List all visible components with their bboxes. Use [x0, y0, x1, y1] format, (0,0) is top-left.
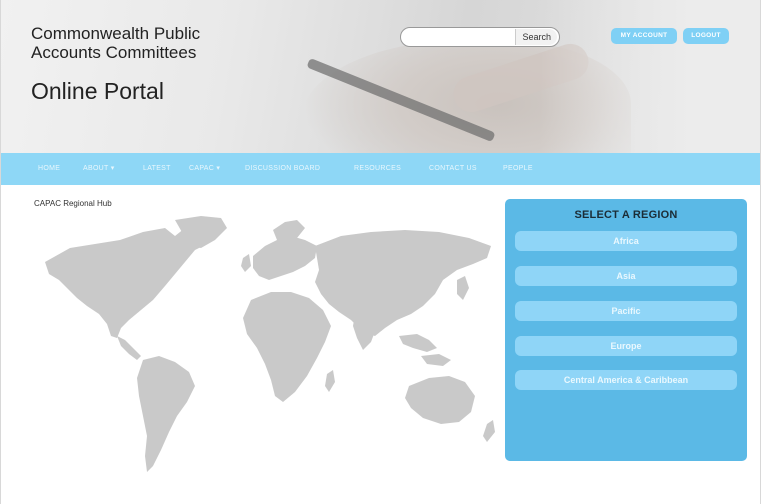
- nav-item-home[interactable]: HOME: [38, 153, 60, 185]
- nav-item-people[interactable]: PEOPLE: [503, 153, 533, 185]
- nav-item-resources[interactable]: RESOURCES: [354, 153, 401, 185]
- map-europe: [253, 236, 317, 280]
- hub-label: CAPAC Regional Hub: [34, 199, 112, 208]
- search-box: Search: [400, 27, 560, 47]
- nav-item-contact-us[interactable]: CONTACT US: [429, 153, 477, 185]
- main-nav: HOME ABOUT ▾ LATEST CAPAC ▾ DISCUSSION B…: [1, 153, 760, 185]
- nav-item-discussion-board[interactable]: DISCUSSION BOARD: [245, 153, 320, 185]
- region-button-asia[interactable]: Asia: [515, 266, 737, 286]
- region-button-central-america-caribbean[interactable]: Central America & Caribbean: [515, 370, 737, 390]
- search-input[interactable]: [407, 29, 511, 45]
- region-panel-title: SELECT A REGION: [574, 209, 678, 221]
- map-japan: [457, 276, 469, 300]
- header-banner: Commonwealth Public Accounts Committees …: [1, 0, 760, 153]
- map-new-zealand: [483, 420, 495, 442]
- map-southeast-asia: [399, 334, 437, 352]
- my-account-button[interactable]: MY ACCOUNT: [611, 28, 677, 44]
- region-button-europe[interactable]: Europe: [515, 336, 737, 356]
- world-map-graphic: [45, 216, 495, 472]
- banner-fade: [540, 0, 760, 153]
- map-india: [353, 314, 377, 350]
- map-south-america: [137, 356, 195, 472]
- search-button[interactable]: Search: [515, 29, 557, 45]
- page: Commonwealth Public Accounts Committees …: [0, 0, 761, 504]
- nav-item-capac[interactable]: CAPAC ▾: [189, 153, 220, 185]
- map-africa: [243, 292, 331, 402]
- map-australia: [405, 376, 475, 424]
- site-title[interactable]: Commonwealth Public Accounts Committees: [31, 24, 241, 62]
- portal-title: Online Portal: [31, 78, 164, 104]
- logout-button[interactable]: LOGOUT: [683, 28, 729, 44]
- nav-item-about[interactable]: ABOUT ▾: [83, 153, 115, 185]
- region-button-africa[interactable]: Africa: [515, 231, 737, 251]
- world-map[interactable]: [25, 210, 503, 500]
- region-selector-panel: SELECT A REGION Africa Asia Pacific Euro…: [505, 199, 747, 461]
- region-button-pacific[interactable]: Pacific: [515, 301, 737, 321]
- nav-item-latest[interactable]: LATEST: [143, 153, 171, 185]
- map-central-america: [117, 336, 141, 360]
- map-madagascar: [325, 370, 335, 392]
- map-uk: [241, 254, 251, 272]
